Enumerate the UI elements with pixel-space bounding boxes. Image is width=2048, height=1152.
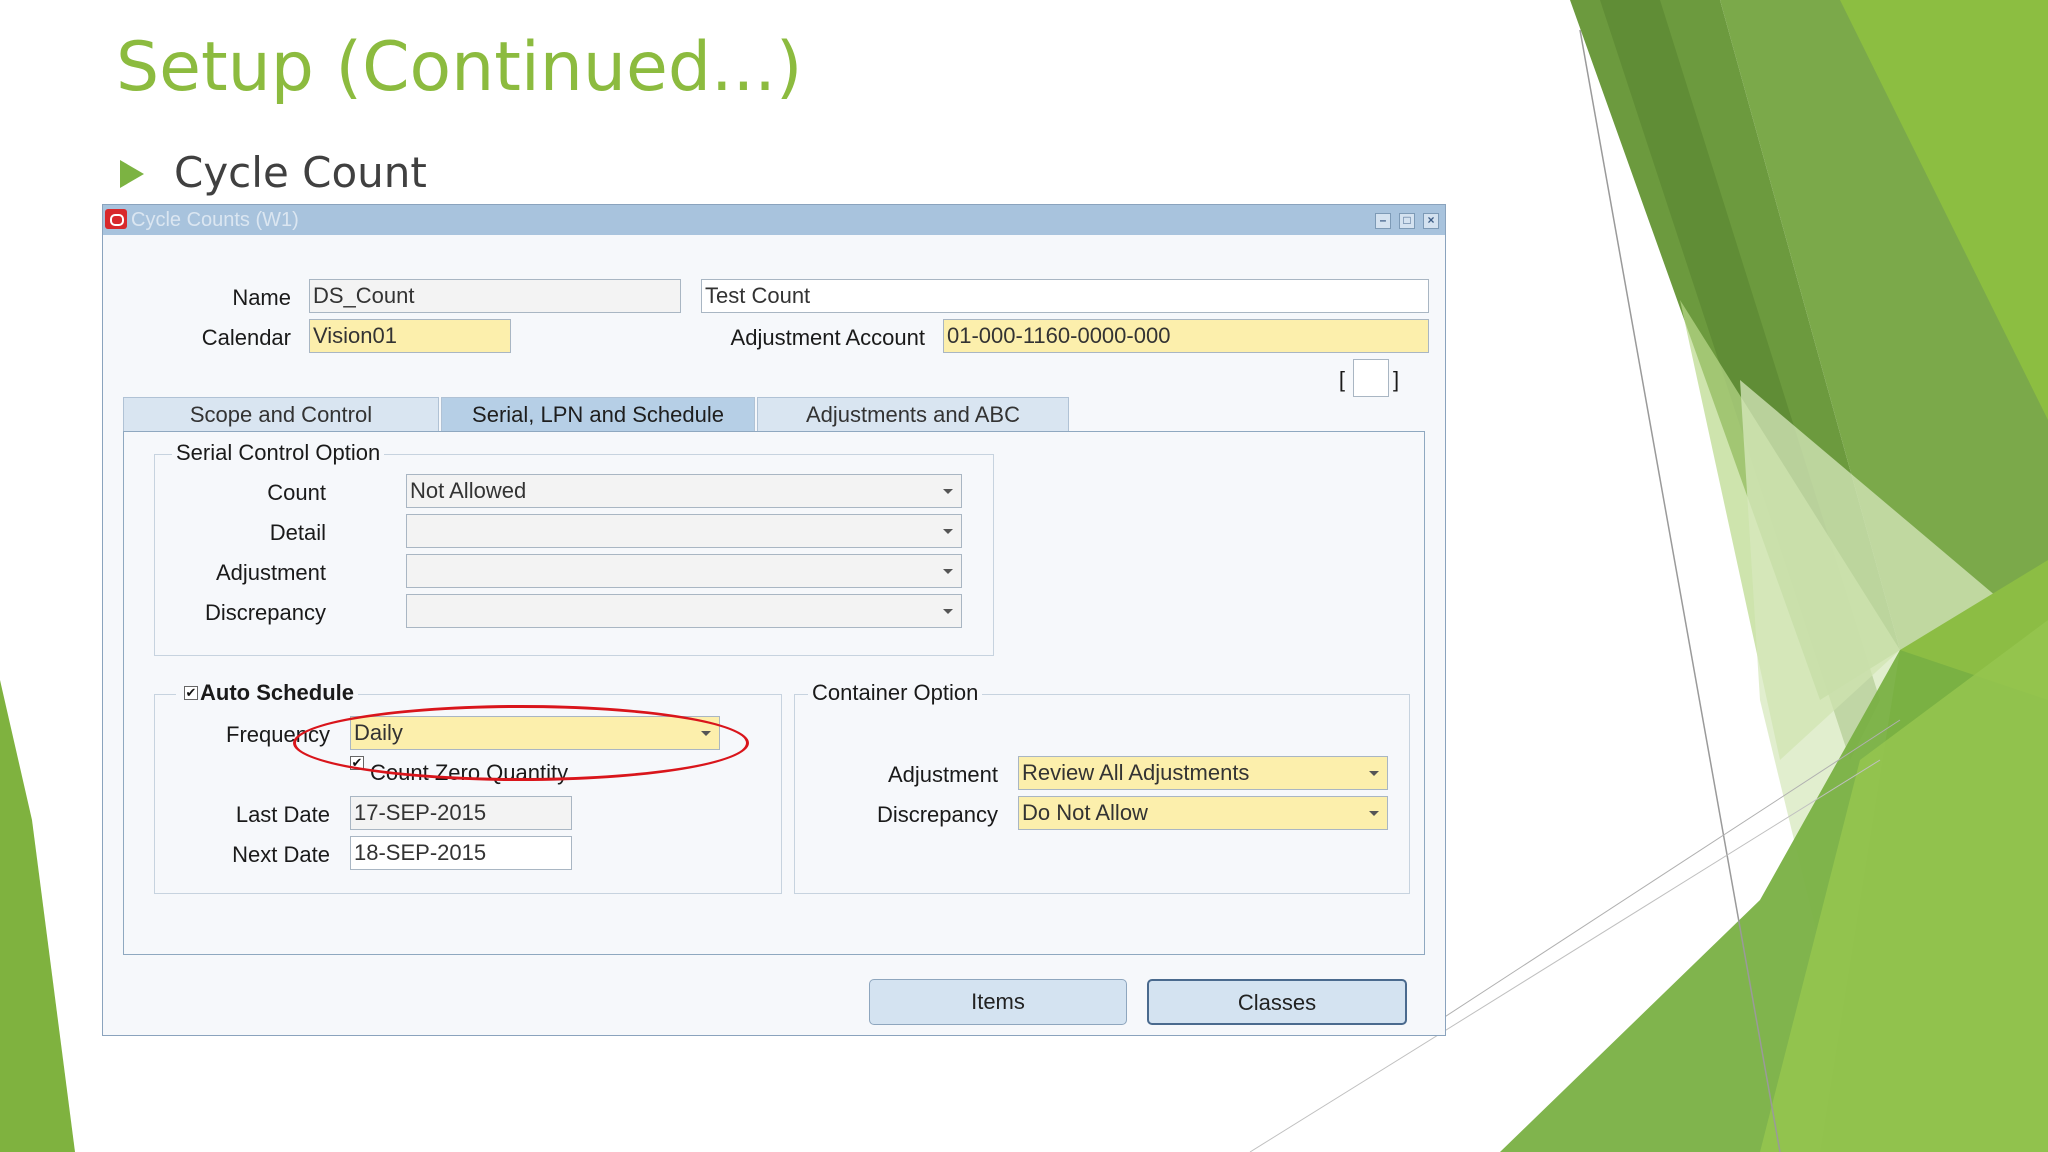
serial-detail-select[interactable] [406, 514, 962, 548]
auto-schedule-checkbox[interactable]: ✔ [184, 686, 198, 700]
serial-discrepancy-label: Discrepancy [204, 600, 326, 625]
items-button[interactable]: Items [869, 979, 1127, 1025]
calendar-field[interactable]: Vision01 [309, 319, 511, 353]
next-date-label: Next Date [232, 842, 330, 867]
maximize-button[interactable]: □ [1399, 213, 1415, 229]
calendar-label: Calendar [201, 325, 291, 350]
tab-serial-lpn-schedule[interactable]: Serial, LPN and Schedule [441, 397, 755, 431]
container-discrepancy-select[interactable]: Do Not Allow [1018, 796, 1388, 830]
serial-adjustment-select[interactable] [406, 554, 962, 588]
description-field[interactable]: Test Count [701, 279, 1429, 313]
window-title: Cycle Counts (W1) [131, 209, 299, 231]
last-date-label: Last Date [235, 802, 330, 827]
tab-scope-and-control[interactable]: Scope and Control [123, 397, 439, 431]
container-option-title: Container Option [808, 680, 983, 706]
container-discrepancy-label: Discrepancy [876, 802, 998, 827]
serial-detail-label: Detail [269, 520, 326, 545]
cycle-counts-window: Cycle Counts (W1) – □ × Name DS_Count Te… [102, 204, 1446, 1036]
serial-control-title: Serial Control Option [172, 440, 385, 466]
bullet-text: Cycle Count [174, 148, 427, 197]
close-button[interactable]: × [1423, 213, 1439, 229]
classes-button[interactable]: Classes [1147, 979, 1407, 1025]
dff-close-bracket: ] [1393, 367, 1400, 392]
container-option-group [794, 694, 1410, 894]
name-label: Name [232, 285, 291, 310]
serial-count-label: Count [267, 480, 326, 505]
next-date-field[interactable]: 18-SEP-2015 [350, 836, 572, 870]
red-highlight-ellipse [293, 705, 749, 781]
descriptive-flexfield[interactable] [1353, 359, 1389, 397]
tab-panel: Serial Control Option Count Not Allowed … [123, 431, 1425, 955]
tab-adjustments-and-abc[interactable]: Adjustments and ABC [757, 397, 1069, 431]
last-date-field[interactable]: 17-SEP-2015 [350, 796, 572, 830]
dff-open-bracket: [ [1338, 367, 1345, 392]
container-adjustment-label: Adjustment [887, 762, 998, 787]
serial-discrepancy-select[interactable] [406, 594, 962, 628]
auto-schedule-title: Auto Schedule [176, 680, 359, 706]
serial-adjustment-label: Adjustment [215, 560, 326, 585]
minimize-button[interactable]: – [1375, 213, 1391, 229]
adjustment-account-field[interactable]: 01-000-1160-0000-000 [943, 319, 1429, 353]
adjustment-account-label: Adjustment Account [730, 325, 925, 350]
window-titlebar[interactable]: Cycle Counts (W1) – □ × [103, 205, 1445, 235]
container-adjustment-select[interactable]: Review All Adjustments [1018, 756, 1388, 790]
slide-title: Setup (Continued...) [116, 28, 803, 107]
serial-count-select[interactable]: Not Allowed [406, 474, 962, 508]
bullet-arrow-icon [120, 160, 144, 188]
name-field[interactable]: DS_Count [309, 279, 681, 313]
oracle-app-icon [105, 209, 127, 229]
